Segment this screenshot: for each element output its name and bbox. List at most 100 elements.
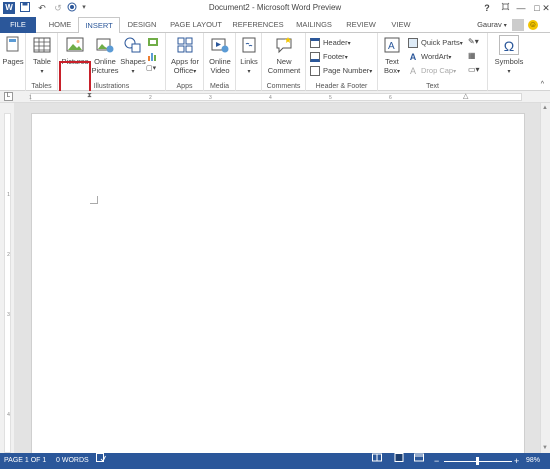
ruler-number: 6 [389,95,392,101]
tab-review[interactable]: REVIEW [342,17,380,33]
group-tables-label: Tables [31,83,52,90]
pages-button[interactable]: Pages [2,35,24,66]
pages-label: Pages [2,57,24,66]
vruler-number: 3 [7,312,10,318]
group-pages: Pages [0,33,26,91]
collapse-ribbon-icon[interactable]: ^ [541,81,544,88]
close-button[interactable]: ✕ [542,1,550,15]
text-box-icon: A [384,37,400,53]
tab-view[interactable]: VIEW [386,17,416,33]
text-box-label-2: Box [384,66,397,75]
drop-cap-button[interactable]: A Drop Cap▾ [408,64,456,77]
indent-marker-icon[interactable]: ⧗ [87,92,92,100]
online-video-label-1: Online [209,57,231,66]
scroll-down-icon[interactable]: ▼ [542,445,548,451]
zoom-level[interactable]: 98% [526,453,540,469]
header-button[interactable]: Header▾ [310,36,351,49]
shapes-icon [124,37,141,53]
group-media-label: Media [209,83,230,90]
ribbon-tabs: FILE HOME INSERT DESIGN PAGE LAYOUT REFE… [0,17,550,34]
links-label: Links [240,57,258,66]
online-pictures-button[interactable]: Online Pictures [91,35,119,75]
pictures-icon [66,37,84,52]
table-caret-icon: ▾ [40,69,44,75]
header-icon [310,38,320,49]
ruler-number: 1 [29,95,32,101]
text-box-button[interactable]: A Text Box▾ [380,35,404,77]
tab-mailings[interactable]: MAILINGS [290,17,338,33]
apps-for-office-icon [177,37,193,53]
links-caret-icon: ▾ [247,69,251,75]
quick-parts-button[interactable]: Quick Parts▾ [408,36,463,49]
wordart-icon: A [409,52,417,63]
vruler-number: 1 [7,192,10,198]
online-video-button[interactable]: Online Video [207,35,233,75]
footer-icon [310,52,320,63]
shapes-button[interactable]: Shapes ▾ [120,35,146,77]
tab-insert[interactable]: INSERT [78,17,120,34]
wordart-button[interactable]: A WordArt▾ [408,50,452,63]
group-header-footer: Header▾ Footer▾ Page Number▾ Header & Fo… [306,33,378,91]
scroll-up-icon[interactable]: ▲ [542,105,548,111]
online-pictures-label-2: Pictures [91,66,119,75]
proofing-icon[interactable] [96,453,106,469]
quick-parts-icon [408,38,418,49]
new-comment-button[interactable]: New Comment [266,35,302,75]
tab-references[interactable]: REFERENCES [230,17,286,33]
zoom-slider[interactable] [444,453,512,469]
help-button[interactable]: ? [478,1,496,15]
vruler-number: 4 [7,412,10,418]
date-time-icon[interactable]: ▦ [468,51,482,61]
apps-for-office-button[interactable]: Apps for Office▾ [169,35,201,77]
feedback-smiley-icon[interactable]: ☺ [528,20,538,31]
word-count[interactable]: 0 WORDS [56,453,89,469]
right-indent-icon[interactable]: △ [463,92,468,100]
new-comment-label-2: Comment [267,66,301,75]
online-video-label-2: Video [210,66,230,75]
ribbon: Pages Table ▾ Tables Pictures Online Pict… [0,33,550,113]
object-icon[interactable]: ▭▾ [468,65,482,75]
margin-marker [90,196,98,204]
vertical-scrollbar[interactable]: ▲ ▼ [540,103,550,453]
symbols-button[interactable]: Ω Symbols ▾ [492,35,526,77]
window-title: Document2 - Microsoft Word Preview [208,3,342,12]
page-number-label: Page Number [323,66,370,75]
links-icon [242,37,256,53]
zoom-out-button[interactable]: − [434,453,439,469]
links-button[interactable]: Links ▾ [237,35,261,77]
tab-selector-icon[interactable]: L [4,92,13,101]
read-mode-icon[interactable] [372,453,382,469]
user-account[interactable]: Gaurav ▾ ☺ [477,17,538,33]
tab-page-layout[interactable]: PAGE LAYOUT [166,17,226,33]
group-apps: Apps for Office▾ Apps [166,33,204,91]
web-layout-icon[interactable] [414,453,424,469]
footer-button[interactable]: Footer▾ [310,50,348,63]
apps-label-1: Apps for [171,57,199,66]
signature-line-icon[interactable]: ✎▾ [468,37,482,47]
group-comments-label: Comments [266,83,301,90]
page-number-button[interactable]: Page Number▾ [310,64,372,77]
footer-label: Footer [323,52,345,61]
title-bar: W ↶ ↺ ▾ Document2 - Microsoft Word Previ… [0,0,550,17]
svg-text:A: A [388,41,395,52]
zoom-slider-thumb[interactable] [476,457,479,465]
tab-design[interactable]: DESIGN [122,17,162,33]
tab-home[interactable]: HOME [42,17,78,33]
zoom-in-button[interactable]: + [514,453,519,469]
screenshot-icon[interactable]: ▢▾ [146,64,162,74]
group-text: A Text Box▾ Quick Parts▾ A WordArt▾ A Drop… [378,33,488,91]
table-button[interactable]: Table ▾ [30,35,54,77]
document-page[interactable] [31,113,525,458]
group-links: Links ▾ [236,33,262,91]
group-apps-label: Apps [176,83,193,90]
header-label: Header [323,38,348,47]
apps-caret-icon: ▾ [193,69,197,75]
page-count[interactable]: PAGE 1 OF 1 [4,453,46,469]
smartart-icon[interactable] [147,37,159,47]
quick-parts-label: Quick Parts [421,38,460,47]
chart-icon[interactable] [147,51,159,61]
print-layout-icon[interactable] [394,453,404,469]
tab-file[interactable]: FILE [0,17,36,33]
ruler-number: 3 [209,95,212,101]
group-text-label: Text [426,83,439,90]
